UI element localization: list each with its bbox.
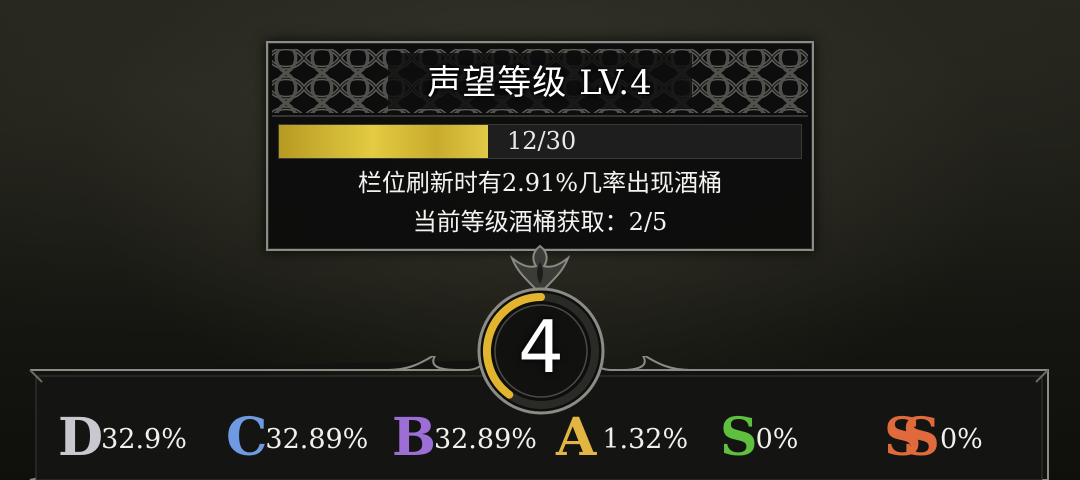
grade-b-icon: B (392, 407, 436, 468)
rarity-d-percent: 32.9% (101, 424, 187, 455)
grade-s-icon: S (720, 407, 758, 468)
rarity-b: B32.89% (392, 408, 537, 468)
grade-ss-icon: SS (884, 407, 940, 468)
rarity-c-percent: 32.89% (265, 424, 369, 455)
grade-d-icon: D (58, 407, 103, 468)
grade-c-icon: C (226, 407, 267, 468)
reputation-progress-fill (279, 125, 488, 158)
game-screen: 声望等级 LV.4 12/30 栏位刷新时有2.91%几率出现酒桶 当前等级酒桶… (0, 0, 1080, 480)
barrel-chance-text: 栏位刷新时有2.91%几率出现酒桶 (357, 169, 723, 197)
rarity-a: A 1.32% (556, 408, 688, 468)
rarity-d: D32.9% (58, 408, 187, 468)
reputation-progress-bar: 12/30 (278, 124, 802, 159)
rarity-ss-percent: 0% (939, 424, 983, 455)
rarity-s: S0% (720, 408, 798, 468)
rarity-s-percent: 0% (755, 424, 799, 455)
reputation-tooltip: 声望等级 LV.4 12/30 栏位刷新时有2.91%几率出现酒桶 当前等级酒桶… (266, 41, 814, 251)
barrel-count-text: 当前等级酒桶获取：2/5 (412, 208, 668, 236)
grade-a-icon: A (556, 407, 596, 468)
reputation-progress-text: 12/30 (507, 127, 577, 155)
level-number: 4 (518, 305, 564, 389)
rarity-a-percent: 1.32% (602, 424, 689, 455)
rarity-c: C32.89% (226, 408, 368, 468)
tooltip-title: 声望等级 LV.4 (427, 63, 653, 103)
rarity-ss: SS 0% (884, 408, 983, 468)
rarity-b-percent: 32.89% (433, 424, 537, 455)
